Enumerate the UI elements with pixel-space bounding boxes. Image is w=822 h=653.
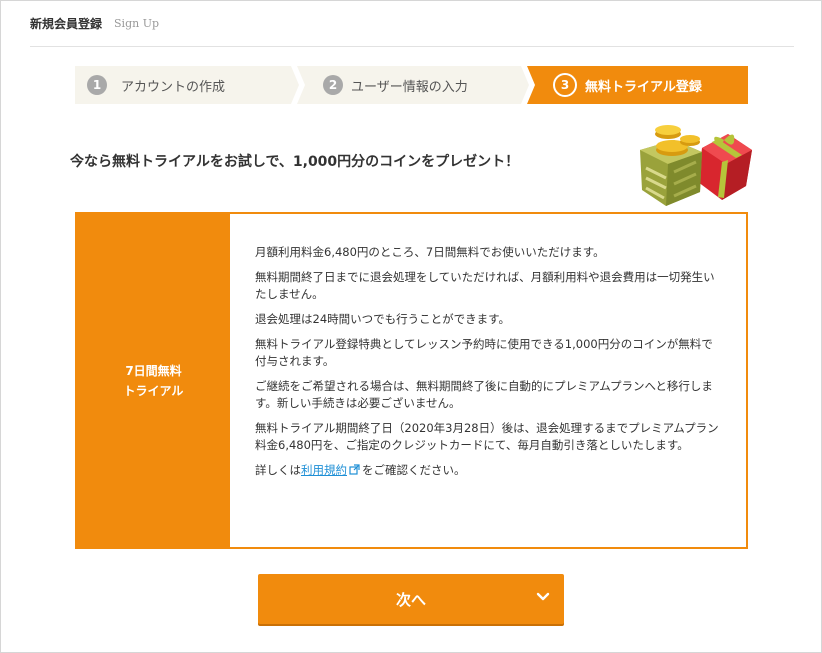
trial-info-box: 7日間無料 トライアル 月額利用料金6,480円のところ、7日間無料でお使いいた… [75, 212, 748, 549]
gift-coins-icon [640, 125, 752, 206]
step-account-creation: 1 アカウントの作成 [75, 66, 299, 104]
progress-steps: 1 アカウントの作成 2 ユーザー情報の入力 3 無料トライアル登録 [75, 66, 748, 104]
trial-label-line2: トライアル [123, 383, 184, 398]
trial-detail-paragraph: 月額利用料金6,480円のところ、7日間無料でお使いいただけます。 [255, 245, 605, 259]
next-button-label: 次へ [395, 591, 426, 609]
terms-suffix: をご確認ください。 [362, 463, 466, 477]
step-label-2: ユーザー情報の入力 [351, 79, 468, 95]
trial-details: 月額利用料金6,480円のところ、7日間無料でお使いいただけます。 無料期間終了… [230, 214, 746, 547]
trial-detail-paragraph: ご継続をご希望される場合は、無料期間終了後に自動的にプレミアムプランへと移行しま… [255, 379, 713, 410]
trial-detail-paragraph: 無料期間終了日までに退会処理をしていただければ、月額利用料や退会費用は一切発生い… [255, 270, 715, 301]
next-button[interactable]: 次へ [258, 574, 564, 624]
page-header: 新規会員登録 Sign Up [30, 0, 794, 47]
chevron-down-icon [536, 592, 550, 601]
step-number-1: 1 [87, 75, 107, 95]
page-subtitle: Sign Up [114, 16, 160, 30]
trial-detail-paragraph: 無料トライアル期間終了日（2020年3月28日）後は、退会処理するまでプレミアム… [255, 421, 719, 452]
step-label-1: アカウントの作成 [121, 79, 226, 95]
step-number-3: 3 [553, 73, 577, 97]
external-link-icon[interactable] [349, 464, 360, 475]
promo-headline: 今なら無料トライアルをお試しで、1,000円分のコインをプレゼント！ [70, 154, 520, 170]
trial-label-line1: 7日間無料 [125, 363, 182, 378]
trial-detail-paragraph: 無料トライアル登録特典としてレッスン予約時に使用できる1,000円分のコインが無… [255, 337, 713, 368]
page-title: 新規会員登録 [30, 16, 103, 31]
terms-prefix: 詳しくは [255, 463, 301, 477]
trial-detail-paragraph: 退会処理は24時間いつでも行うことができます。 [255, 312, 510, 326]
step-label-3: 無料トライアル登録 [585, 79, 702, 95]
terms-notice: 詳しくは利用規約 をご確認ください。 [255, 462, 722, 479]
terms-link[interactable]: 利用規約 [301, 463, 347, 477]
step-user-info: 2 ユーザー情報の入力 [297, 66, 529, 104]
step-free-trial: 3 無料トライアル登録 [527, 66, 748, 104]
step-number-2: 2 [323, 75, 343, 95]
trial-label: 7日間無料 トライアル [77, 214, 230, 547]
